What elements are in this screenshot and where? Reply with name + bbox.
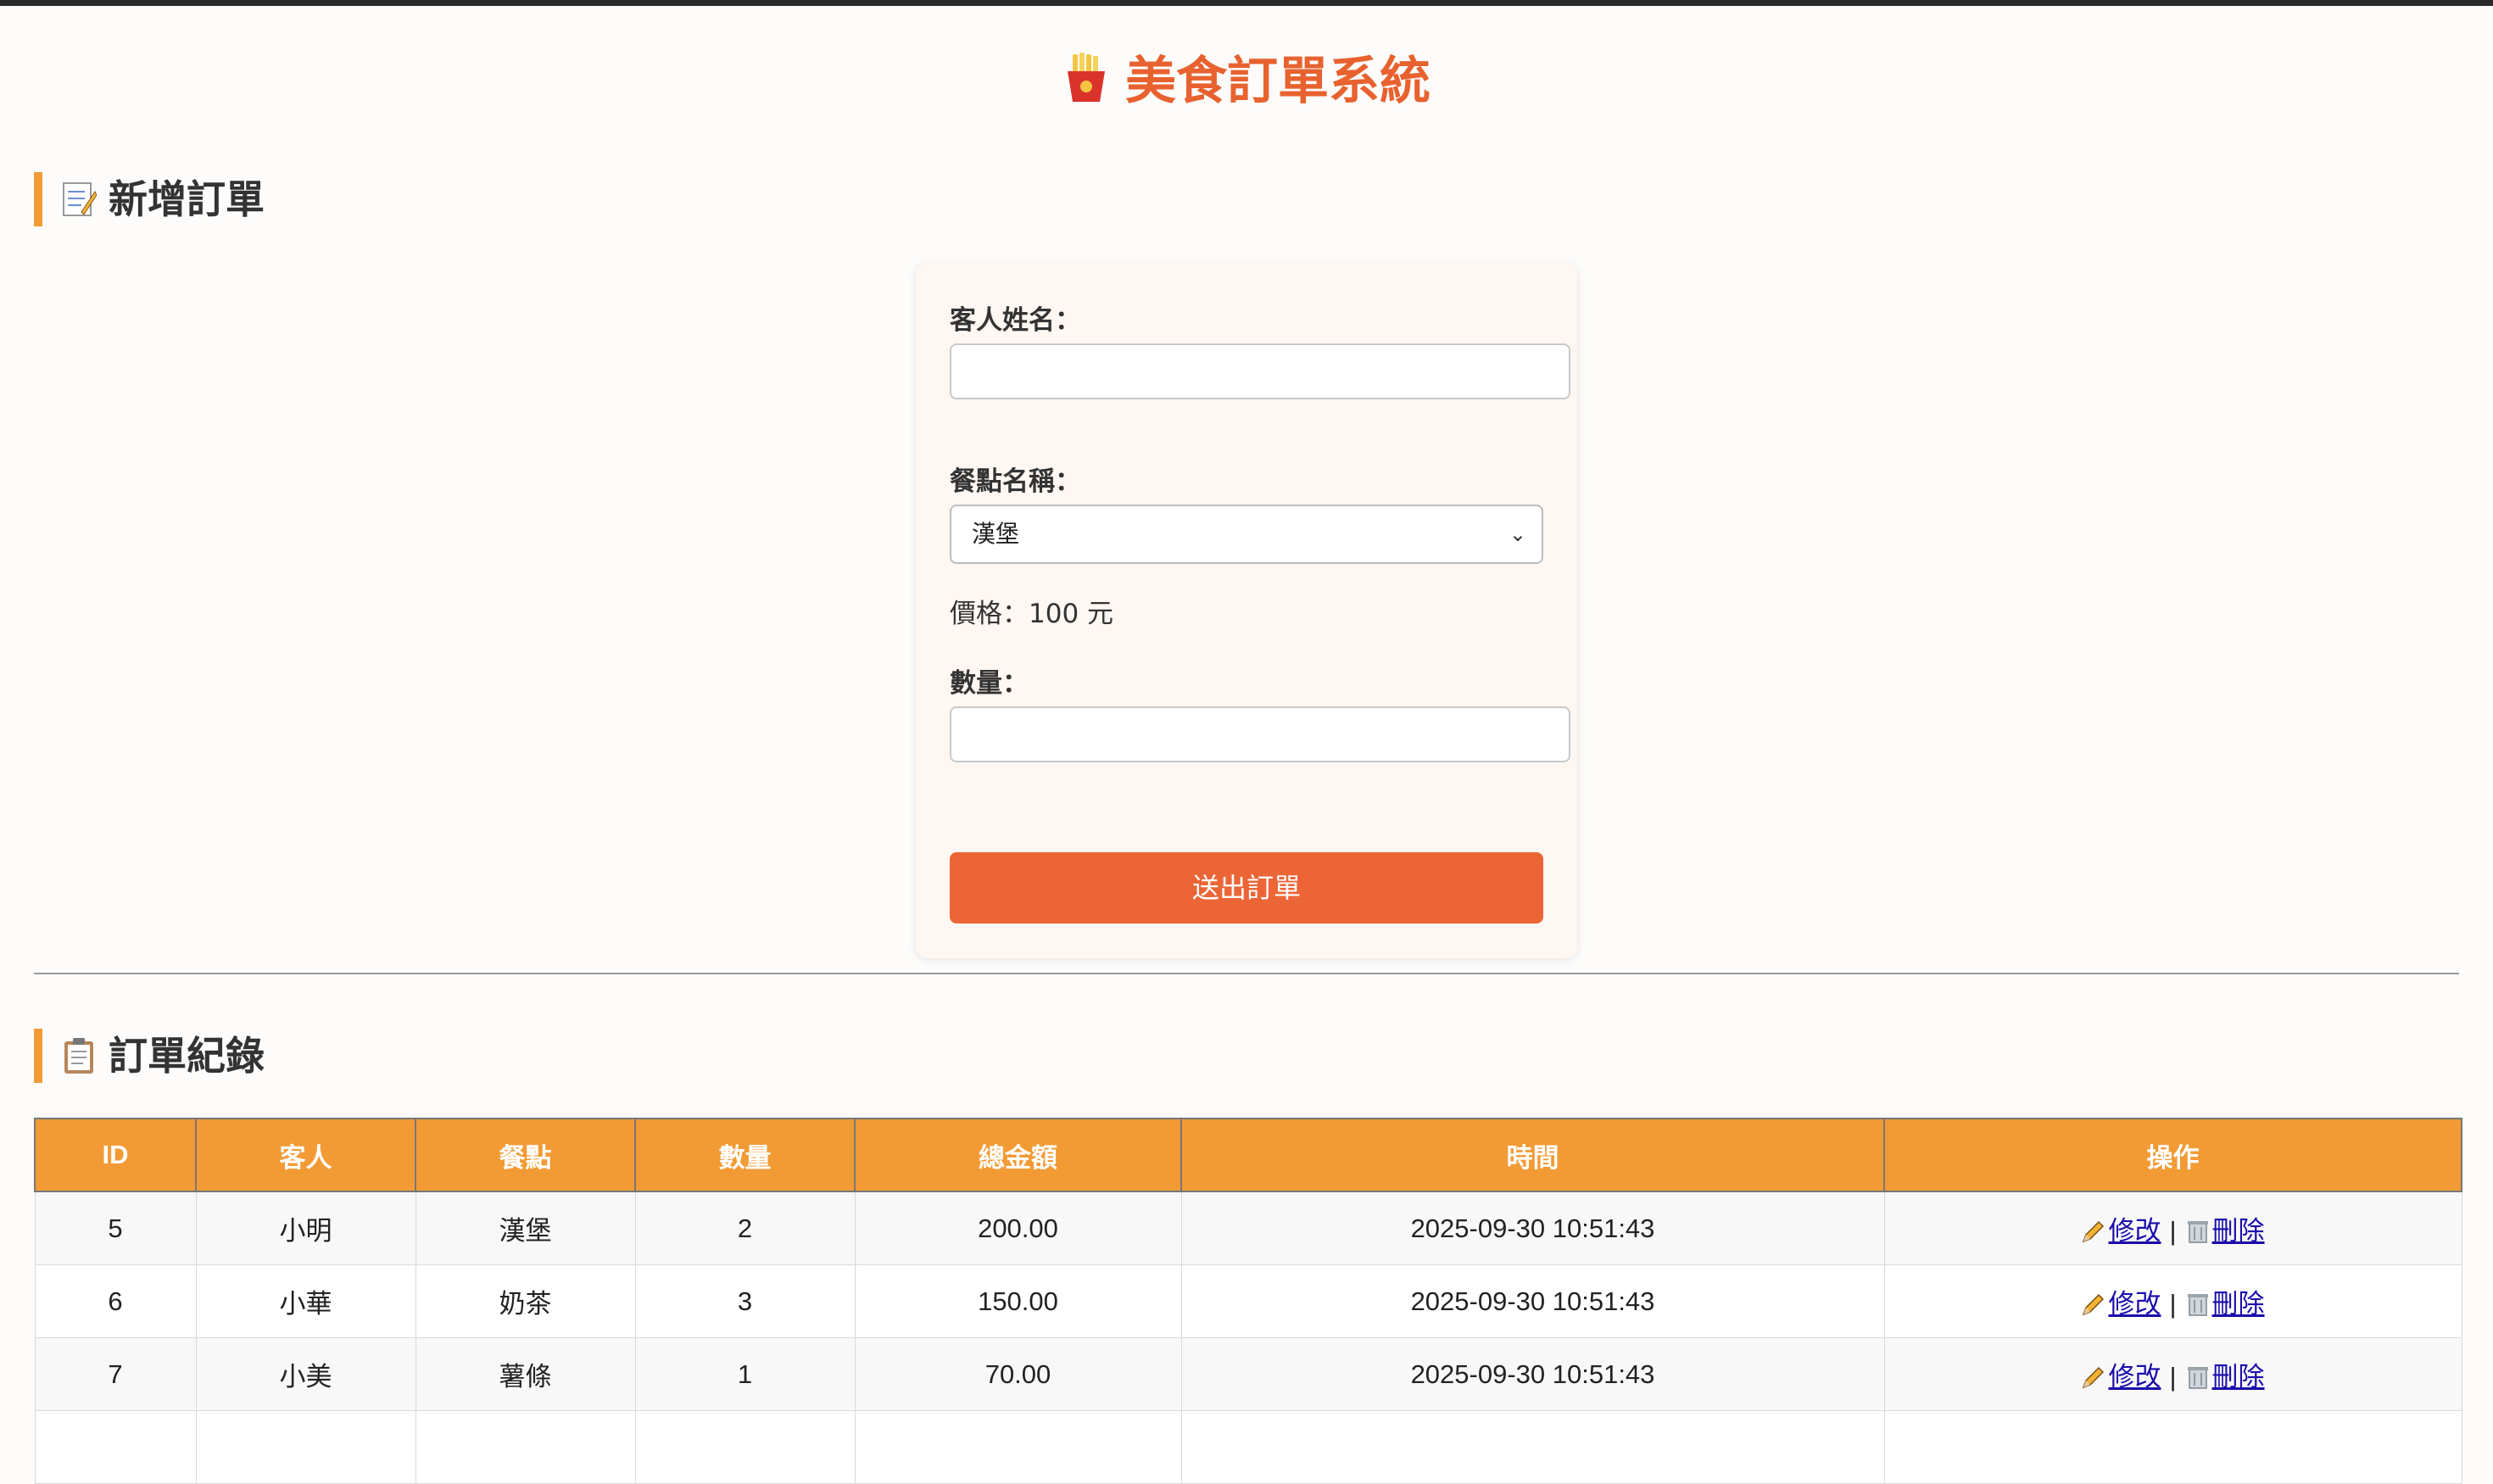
cell-quantity: 2 — [634, 1191, 856, 1265]
table-row: 5 小明 漢堡 2 200.00 2025-09-30 10:51:43 修改 |… — [34, 1191, 2462, 1265]
cell-total: 200.00 — [854, 1191, 1182, 1265]
edit-link-label: 修改 — [2108, 1216, 2161, 1246]
col-header-dish: 餐點 — [415, 1118, 636, 1192]
dish-select-value: 漢堡 — [972, 520, 1020, 548]
action-separator: | — [2169, 1362, 2177, 1392]
pencil-icon — [2083, 1293, 2105, 1316]
col-header-actions: 操作 — [1883, 1118, 2462, 1192]
order-records-heading: 訂單紀錄 — [34, 1029, 265, 1083]
cell-dish: 奶茶 — [415, 1264, 636, 1338]
price-text: 價格：100 元 — [950, 599, 1114, 629]
table-row-partial — [34, 1410, 2462, 1484]
delete-link[interactable]: 刪除 — [2185, 1216, 2265, 1246]
cell-total: 150.00 — [854, 1264, 1182, 1338]
pencil-icon — [2083, 1220, 2105, 1243]
action-separator: | — [2169, 1216, 2177, 1246]
submit-order-button[interactable]: 送出訂單 — [950, 852, 1543, 923]
edit-link-label: 修改 — [2108, 1289, 2161, 1319]
dish-name-label: 餐點名稱： — [950, 466, 1081, 497]
table-header-row: ID 客人 餐點 數量 總金額 時間 操作 — [34, 1118, 2462, 1192]
quantity-label: 數量： — [950, 668, 1029, 699]
cell-time: 2025-09-30 10:51:43 — [1180, 1191, 1885, 1265]
col-header-quantity: 數量 — [634, 1118, 856, 1192]
col-header-time: 時間 — [1180, 1118, 1885, 1192]
cell-actions: 修改 | 刪除 — [1883, 1337, 2462, 1411]
cell-dish: 漢堡 — [415, 1191, 636, 1265]
delete-link-label: 刪除 — [2211, 1289, 2265, 1319]
pencil-icon — [2083, 1366, 2105, 1389]
edit-link-label: 修改 — [2108, 1362, 2161, 1392]
quantity-input[interactable] — [950, 706, 1570, 762]
new-order-heading: 新增訂單 — [34, 172, 265, 226]
delete-link[interactable]: 刪除 — [2185, 1362, 2265, 1392]
delete-link[interactable]: 刪除 — [2185, 1289, 2265, 1319]
cell-id: 7 — [34, 1337, 197, 1411]
col-header-customer: 客人 — [195, 1118, 416, 1192]
edit-link[interactable]: 修改 — [2081, 1216, 2161, 1246]
trash-icon — [2187, 1294, 2208, 1316]
cell-customer: 小美 — [195, 1337, 416, 1411]
delete-link-label: 刪除 — [2211, 1216, 2265, 1246]
edit-link[interactable]: 修改 — [2081, 1362, 2161, 1392]
chevron-down-icon: ⌄ — [1509, 522, 1526, 546]
cell-customer: 小明 — [195, 1191, 416, 1265]
customer-name-label: 客人姓名： — [950, 305, 1081, 336]
cell-id: 5 — [34, 1191, 197, 1265]
action-separator: | — [2169, 1289, 2177, 1319]
fries-icon — [1068, 53, 1105, 102]
page-title: 美食訂單系統 — [0, 47, 2493, 115]
table-row: 6 小華 奶茶 3 150.00 2025-09-30 10:51:43 修改 |… — [34, 1264, 2462, 1338]
cell-quantity: 3 — [634, 1264, 856, 1338]
cell-customer: 小華 — [195, 1264, 416, 1338]
cell-dish: 薯條 — [415, 1337, 636, 1411]
cell-quantity: 1 — [634, 1337, 856, 1411]
table-row: 7 小美 薯條 1 70.00 2025-09-30 10:51:43 修改 | 刪… — [34, 1337, 2462, 1411]
dish-select[interactable]: 漢堡 ⌄ — [950, 505, 1543, 564]
clipboard-icon — [64, 1038, 93, 1074]
top-border — [0, 0, 2493, 6]
cell-total: 70.00 — [854, 1337, 1182, 1411]
delete-link-label: 刪除 — [2211, 1362, 2265, 1392]
cell-actions: 修改 | 刪除 — [1883, 1191, 2462, 1265]
orders-table: ID 客人 餐點 數量 總金額 時間 操作 5 小明 漢堡 2 200.00 2… — [34, 1118, 2462, 1484]
cell-id: 6 — [34, 1264, 197, 1338]
col-header-total: 總金額 — [854, 1118, 1182, 1192]
order-records-heading-text: 訂單紀錄 — [109, 1033, 265, 1079]
customer-name-input[interactable] — [950, 343, 1570, 399]
new-order-heading-text: 新增訂單 — [109, 176, 265, 222]
col-header-id: ID — [34, 1118, 197, 1192]
trash-icon — [2187, 1367, 2208, 1389]
cell-time: 2025-09-30 10:51:43 — [1180, 1337, 1885, 1411]
page-title-text: 美食訂單系統 — [1125, 52, 1431, 111]
trash-icon — [2187, 1221, 2208, 1243]
memo-icon — [63, 182, 97, 216]
section-divider — [34, 973, 2459, 974]
cell-actions: 修改 | 刪除 — [1883, 1264, 2462, 1338]
order-form: 客人姓名： 餐點名稱： 漢堡 ⌄ 價格：100 元 數量： 送出訂單 — [916, 263, 1577, 958]
cell-time: 2025-09-30 10:51:43 — [1180, 1264, 1885, 1338]
edit-link[interactable]: 修改 — [2081, 1289, 2161, 1319]
